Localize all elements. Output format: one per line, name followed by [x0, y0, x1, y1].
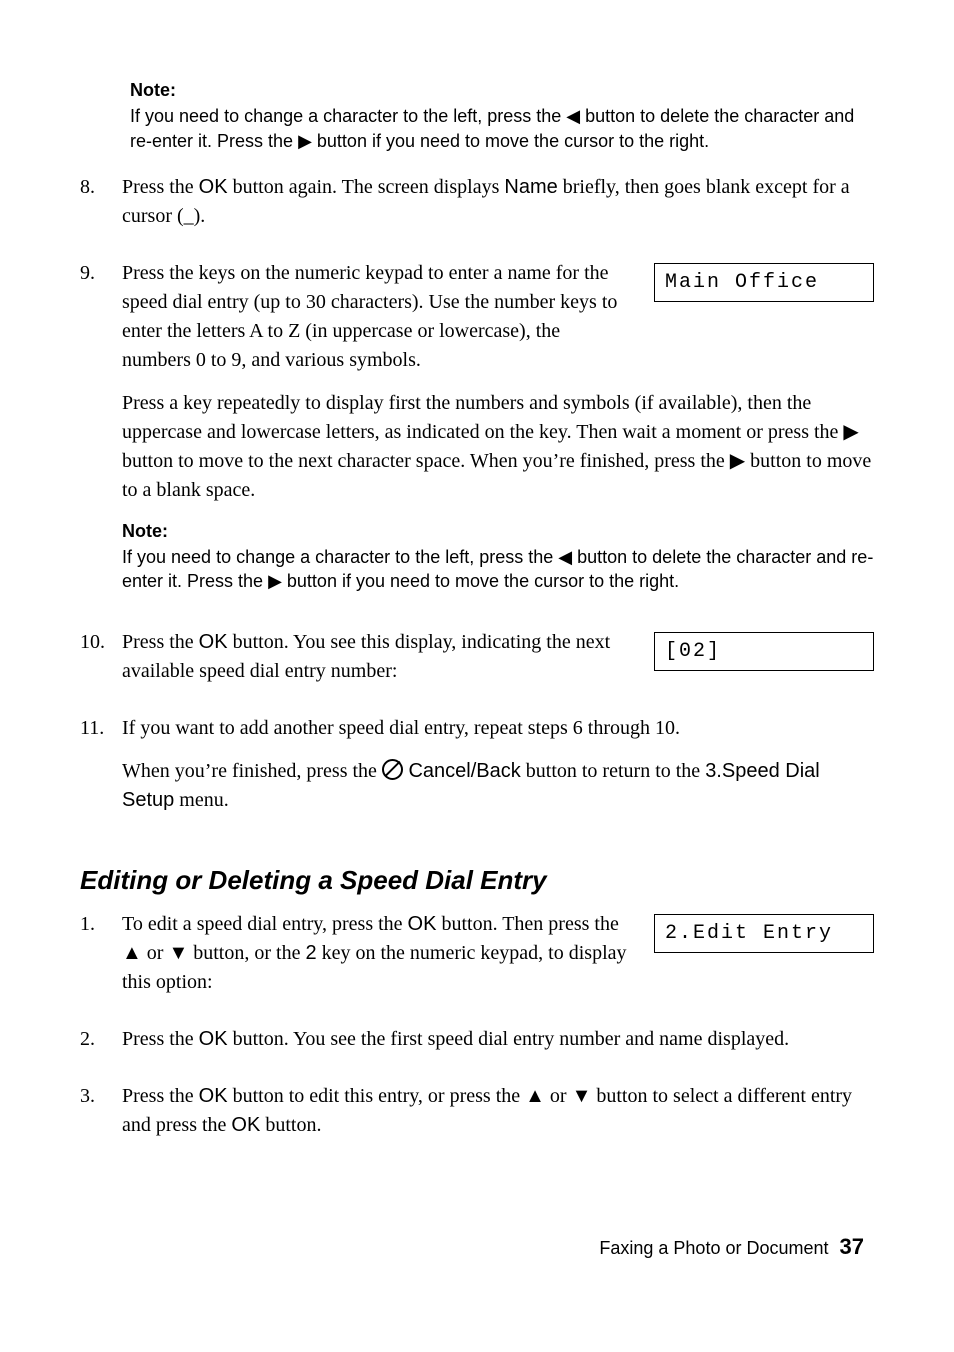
step-text: When you’re finished, press the Cancel/B…: [122, 757, 874, 815]
step-number: 2.: [80, 1025, 122, 1068]
ok-label: OK: [231, 1114, 260, 1136]
note-title: Note:: [130, 78, 874, 102]
edit-step-1: 1. To edit a speed dial entry, press the…: [80, 910, 874, 1011]
step-text: Press a key repeatedly to display first …: [122, 389, 874, 505]
ok-label: OK: [408, 913, 437, 935]
ok-label: OK: [199, 1085, 228, 1107]
step-text: Press the OK button. You see the first s…: [122, 1025, 874, 1054]
step-text: Press the OK button. You see this displa…: [122, 628, 634, 686]
step-number: 9.: [80, 259, 122, 614]
step-text: Press the OK button to edit this entry, …: [122, 1082, 874, 1140]
step-9: 9. Press the keys on the numeric keypad …: [80, 259, 874, 614]
step-10: 10. Press the OK button. You see this di…: [80, 628, 874, 700]
step-number: 10.: [80, 628, 122, 700]
step-number: 11.: [80, 714, 122, 829]
ok-label: OK: [199, 176, 228, 198]
edit-step-3: 3. Press the OK button to edit this entr…: [80, 1082, 874, 1154]
cancel-back-icon: [382, 759, 403, 780]
note-block: Note: If you need to change a character …: [122, 519, 874, 594]
step-number: 8.: [80, 173, 122, 245]
page-footer: Faxing a Photo or Document 37: [80, 1234, 874, 1260]
name-label: Name: [504, 176, 557, 198]
lcd-display-edit-entry: 2.Edit Entry: [654, 914, 874, 953]
step-8: 8. Press the OK button again. The screen…: [80, 173, 874, 245]
ok-label: OK: [199, 1028, 228, 1050]
note-body: If you need to change a character to the…: [130, 104, 874, 153]
step-number: 1.: [80, 910, 122, 1011]
step-text: Press the OK button again. The screen di…: [122, 173, 874, 231]
note-block: Note: If you need to change a character …: [130, 78, 874, 153]
step-text: To edit a speed dial entry, press the OK…: [122, 910, 634, 997]
page-number: 37: [840, 1234, 864, 1259]
cancel-back-label: Cancel/Back: [403, 760, 521, 782]
steps-list-upper: 8. Press the OK button again. The screen…: [80, 173, 874, 829]
note-body: If you need to change a character to the…: [122, 545, 874, 594]
section-heading: Editing or Deleting a Speed Dial Entry: [80, 865, 874, 896]
step-number: 3.: [80, 1082, 122, 1154]
lcd-display-main-office: Main Office: [654, 263, 874, 302]
ok-label: OK: [199, 631, 228, 653]
lcd-display-next-entry: [02]: [654, 632, 874, 671]
key-2-label: 2: [305, 942, 316, 964]
step-11: 11. If you want to add another speed dia…: [80, 714, 874, 829]
step-text: If you want to add another speed dial en…: [122, 714, 874, 743]
step-text: Press the keys on the numeric keypad to …: [122, 259, 634, 375]
note-title: Note:: [122, 519, 874, 543]
steps-list-edit: 1. To edit a speed dial entry, press the…: [80, 910, 874, 1154]
edit-step-2: 2. Press the OK button. You see the firs…: [80, 1025, 874, 1068]
footer-label: Faxing a Photo or Document: [599, 1238, 828, 1258]
